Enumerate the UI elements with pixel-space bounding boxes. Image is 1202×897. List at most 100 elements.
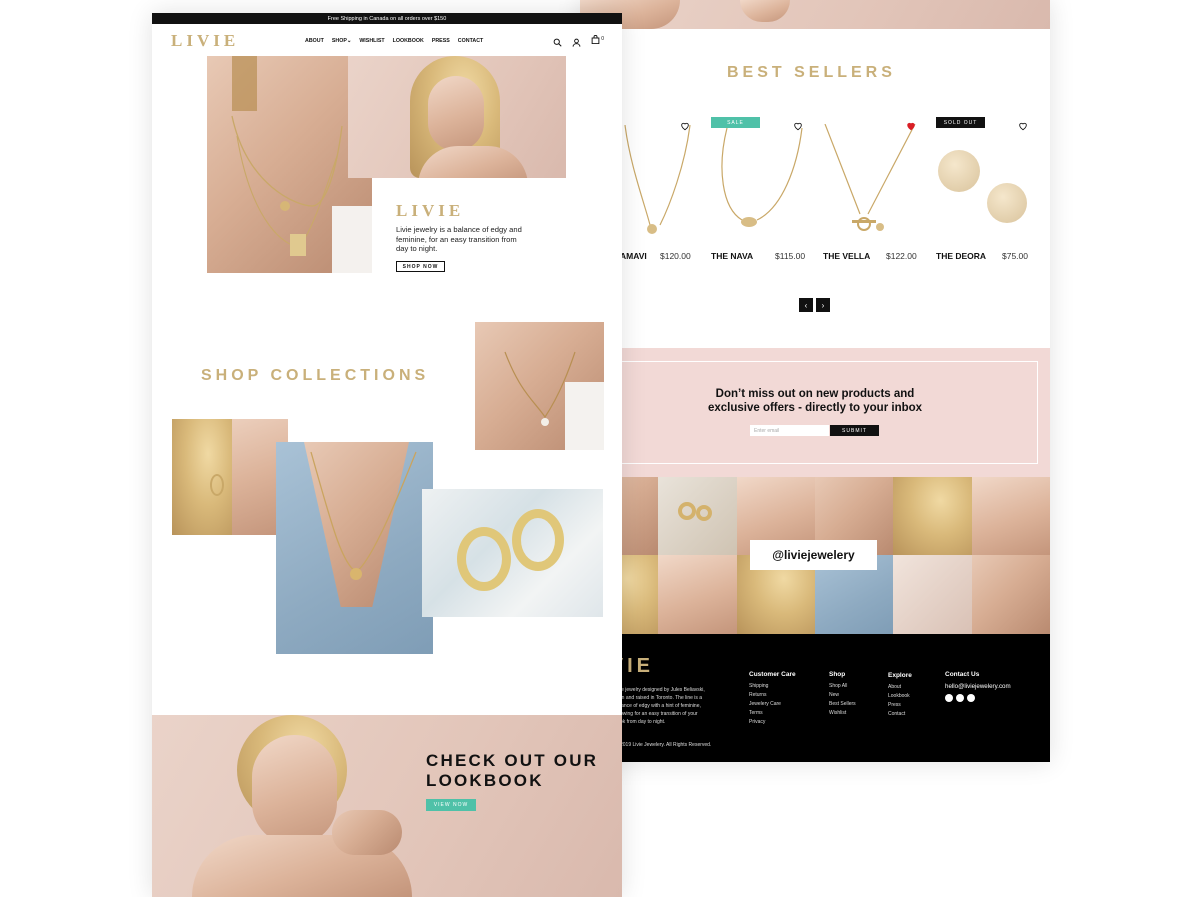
footer-link[interactable]: About [888, 683, 912, 692]
footer-link[interactable]: Shop All [829, 682, 856, 691]
shop-collections-title: SHOP COLLECTIONS [201, 367, 430, 384]
nav-item-lookbook[interactable]: LOOKBOOK [393, 38, 424, 44]
footer-copyright: 2019 Livie Jewelery. All Rights Reserved… [620, 742, 712, 748]
chevron-down-icon: ⌄ [346, 38, 352, 44]
collection-photo-earrings-model[interactable] [172, 419, 288, 535]
footer-about-line: le jewelry designed by Jules Beliavski, [620, 687, 705, 693]
footer-shop: Shop Shop All New Best Sellers Wishlist [829, 670, 856, 718]
email-input[interactable]: Enter email [750, 425, 829, 436]
nav-menu: ABOUT SHOP⌄ WISHLIST LOOKBOOK PRESS CONT… [305, 38, 483, 44]
nav-item-about[interactable]: ABOUT [305, 38, 324, 44]
instagram-photo[interactable] [972, 555, 1050, 634]
lookbook-title: CHECK OUT OUR LOOKBOOK [426, 751, 598, 791]
wishlist-heart-filled-icon[interactable] [906, 118, 916, 131]
left-page: Free Shipping in Canada on all orders ov… [152, 13, 622, 897]
product-name: AMAVI [620, 251, 647, 261]
view-now-button[interactable]: VIEW NOW [426, 799, 476, 811]
brand-logo[interactable]: LIVIE [171, 31, 239, 51]
chevron-left-icon: ‹ [804, 300, 808, 310]
instagram-handle[interactable]: @liviejewelery [750, 540, 877, 570]
product-name: THE DEORA [936, 251, 987, 261]
collection-photo-layered-necklace[interactable] [475, 322, 604, 450]
footer-about-line: owing for an easy transition of your [620, 711, 698, 717]
wishlist-heart-icon[interactable] [793, 118, 803, 131]
instagram-photo[interactable] [658, 477, 737, 555]
newsletter-section: Don’t miss out on new products and exclu… [580, 348, 1050, 477]
shop-now-button[interactable]: SHOP NOW [396, 261, 445, 272]
right-page: BEST SELLERS AMAVI $120.00 SALE THE NAVA… [580, 0, 1050, 762]
product-name: THE NAVA [711, 251, 754, 261]
newsletter-line-1: Don’t miss out on new products and [715, 388, 915, 400]
product-price: $120.00 [660, 251, 691, 261]
footer-link[interactable]: Contact [888, 710, 912, 719]
search-icon[interactable] [553, 34, 563, 47]
product-image-earring [938, 150, 980, 192]
newsletter-line-2: exclusive offers - directly to your inbo… [707, 402, 923, 414]
footer: LIVIE le jewelry designed by Jules Belia… [580, 634, 1050, 762]
hero-description: Livie jewelry is a balance of edgy and f… [396, 225, 522, 253]
footer-heading: Customer Care [749, 671, 796, 678]
footer-link[interactable]: Press [888, 701, 912, 710]
nav-item-label: SHOP [331, 38, 347, 44]
footer-link[interactable]: Returns [749, 691, 796, 700]
best-sellers-title: BEST SELLERS [727, 64, 896, 81]
instagram-photo[interactable] [893, 477, 972, 555]
account-icon[interactable] [572, 34, 582, 47]
carousel-prev-button[interactable]: ‹ [799, 298, 813, 312]
product-name: THE VELLA [823, 251, 871, 261]
nav-item-shop[interactable]: SHOP⌄ [332, 38, 351, 44]
instagram-photo[interactable] [972, 477, 1050, 555]
bag-icon [591, 34, 600, 44]
footer-link[interactable]: Jewelery Care [749, 700, 796, 709]
footer-email-link[interactable]: hello@liviejewelery.com [945, 682, 1011, 691]
product-image-earring [987, 183, 1027, 223]
submit-button[interactable]: SUBMIT [830, 425, 879, 436]
footer-about-line: rn and raised in Toronto. The line is a [620, 695, 703, 701]
footer-about-line: ok from day to night. [620, 719, 666, 725]
footer-link[interactable]: Terms [749, 709, 796, 718]
footer-heading: Contact Us [945, 671, 980, 678]
footer-about-text: le jewelry designed by Jules Beliavski, … [620, 686, 705, 726]
footer-link[interactable]: Best Sellers [829, 700, 856, 709]
announcement-bar: Free Shipping in Canada on all orders ov… [152, 13, 622, 24]
twitter-icon[interactable] [967, 694, 975, 702]
footer-heading: Explore [888, 672, 912, 679]
collection-photo-hoops[interactable] [422, 489, 603, 617]
cart-button[interactable]: 0 [591, 34, 604, 44]
carousel-next-button[interactable]: › [816, 298, 830, 312]
product-image-necklace [721, 128, 803, 227]
wishlist-heart-icon[interactable] [1018, 118, 1028, 131]
cart-count: 0 [601, 36, 604, 42]
newsletter-heading: Don’t miss out on new products and exclu… [580, 387, 1050, 415]
instagram-photo[interactable] [658, 555, 737, 634]
nav-item-press[interactable]: PRESS [432, 38, 450, 44]
footer-link[interactable]: Lookbook [888, 692, 912, 701]
main-nav: LIVIE ABOUT SHOP⌄ WISHLIST LOOKBOOK PRES… [152, 24, 622, 56]
product-image-necklace [624, 125, 691, 234]
top-photo-strip [580, 0, 1050, 29]
collection-photo-pendant[interactable] [276, 442, 433, 654]
footer-link[interactable]: Privacy [749, 718, 796, 727]
nav-icons: 0 [553, 34, 604, 47]
footer-contact: Contact Us hello@liviejewelery.com [945, 670, 1011, 706]
sold-out-badge: SOLD OUT [936, 117, 985, 128]
sale-badge: SALE [711, 117, 760, 128]
footer-heading: Shop [829, 671, 846, 678]
mockup-stage: BEST SELLERS AMAVI $120.00 SALE THE NAVA… [0, 0, 1202, 897]
instagram-photo[interactable] [893, 555, 972, 634]
lookbook-title-line-2: LOOKBOOK [426, 771, 544, 790]
product-price: $75.00 [1002, 251, 1028, 261]
nav-item-contact[interactable]: CONTACT [458, 38, 484, 44]
lookbook-title-line-1: CHECK OUT OUR [426, 751, 599, 770]
footer-link[interactable]: New [829, 691, 856, 700]
hero-title: LIVIE [396, 201, 465, 220]
facebook-icon[interactable] [945, 694, 953, 702]
product-image-necklace [824, 124, 916, 231]
footer-link[interactable]: Wishlist [829, 709, 856, 718]
footer-link[interactable]: Shipping [749, 682, 796, 691]
wishlist-heart-icon[interactable] [680, 118, 690, 131]
nav-item-wishlist[interactable]: WISHLIST [359, 38, 384, 44]
lookbook-section: CHECK OUT OUR LOOKBOOK VIEW NOW [152, 715, 622, 897]
instagram-icon[interactable] [956, 694, 964, 702]
chevron-right-icon: › [821, 300, 825, 310]
